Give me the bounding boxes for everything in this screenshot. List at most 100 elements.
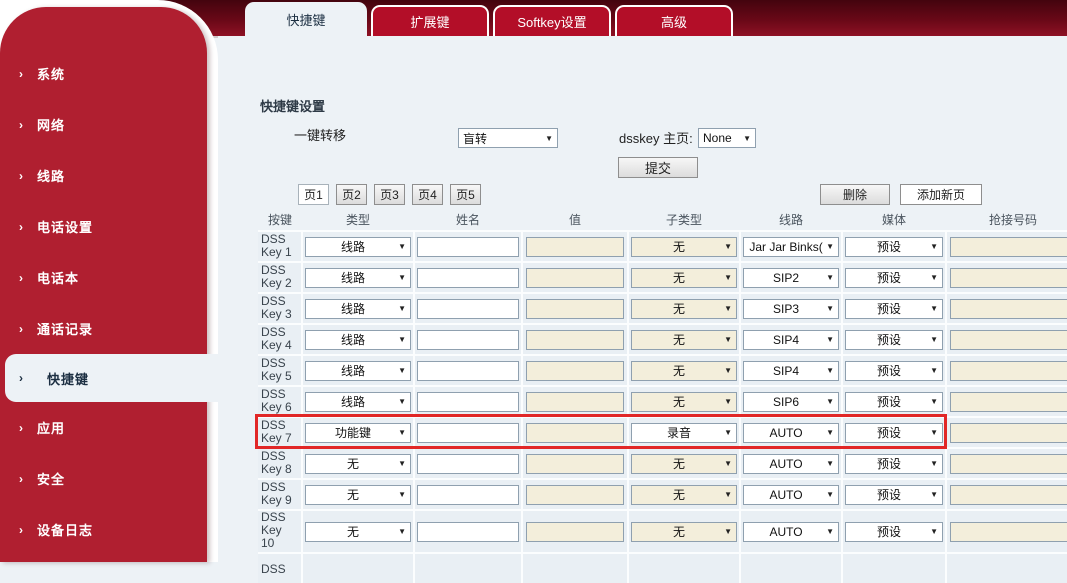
page-button[interactable]: 页5 xyxy=(450,184,481,205)
name-input[interactable] xyxy=(417,485,519,505)
type-select[interactable]: 线路▼ xyxy=(305,268,411,288)
media-select-value: 预设 xyxy=(850,486,928,503)
table-cell: 无▼ xyxy=(628,448,740,479)
media-select[interactable]: 预设▼ xyxy=(845,423,943,443)
line-select-value: Jar Jar Binks( xyxy=(748,240,824,254)
sidebar-item-menu[interactable]: ›安全 xyxy=(0,453,207,504)
type-select[interactable]: 线路▼ xyxy=(305,237,411,257)
sidebar-item-menu[interactable]: ›电话本 xyxy=(0,252,207,303)
line-select[interactable]: Jar Jar Binks(▼ xyxy=(743,237,839,257)
table-cell xyxy=(522,479,628,510)
media-select[interactable]: 预设▼ xyxy=(845,454,943,474)
tab-extension-keys[interactable]: 扩展键 xyxy=(371,5,489,36)
line-select[interactable]: SIP6▼ xyxy=(743,392,839,412)
type-select[interactable]: 功能键▼ xyxy=(305,423,411,443)
page-button[interactable]: 页2 xyxy=(336,184,367,205)
chevron-down-icon: ▼ xyxy=(724,304,732,313)
sidebar-item-menu[interactable]: › 线路 xyxy=(0,150,207,201)
one-key-transfer-select[interactable]: 盲转 ▼ xyxy=(458,128,558,148)
pickup-input xyxy=(950,237,1067,257)
line-select[interactable]: SIP4▼ xyxy=(743,330,839,350)
sidebar-item-active[interactable]: ›快捷键 xyxy=(5,354,218,402)
tab-advanced[interactable]: 高级 xyxy=(615,5,733,36)
table-cell xyxy=(522,553,628,583)
media-select[interactable]: 预设▼ xyxy=(845,522,943,542)
media-select[interactable]: 预设▼ xyxy=(845,237,943,257)
media-select-value: 预设 xyxy=(850,331,928,348)
type-select[interactable]: 无▼ xyxy=(305,522,411,542)
one-key-transfer-label: 一键转移 xyxy=(294,125,346,144)
media-select[interactable]: 预设▼ xyxy=(845,330,943,350)
type-select[interactable]: 无▼ xyxy=(305,485,411,505)
pickup-input xyxy=(950,361,1067,381)
table-row: DSS Key 1线路▼无▼Jar Jar Binks(▼预设▼ xyxy=(258,231,1067,262)
media-select-value: 预设 xyxy=(850,393,928,410)
sidebar-item-menu[interactable]: ›设备日志 xyxy=(0,504,207,555)
value-input xyxy=(526,330,624,350)
name-input[interactable] xyxy=(417,361,519,381)
name-input[interactable] xyxy=(417,423,519,443)
subtype-select: 无▼ xyxy=(631,299,737,319)
table-cell: 无▼ xyxy=(302,448,414,479)
type-select[interactable]: 线路▼ xyxy=(305,330,411,350)
delete-button[interactable]: 删除 xyxy=(820,184,890,205)
chevron-down-icon: ▼ xyxy=(930,366,938,375)
dsskey-home-select[interactable]: None ▼ xyxy=(698,128,756,148)
name-input[interactable] xyxy=(417,454,519,474)
dss-key-label: DSS Key 2 xyxy=(258,264,295,290)
chevron-down-icon: ▼ xyxy=(826,304,834,313)
media-select[interactable]: 预设▼ xyxy=(845,299,943,319)
page-button[interactable]: 页4 xyxy=(412,184,443,205)
sidebar-item-label: 线路 xyxy=(37,166,65,185)
sidebar-item-menu[interactable]: ›网络 xyxy=(0,99,207,150)
table-cell: AUTO▼ xyxy=(740,479,842,510)
name-input[interactable] xyxy=(417,299,519,319)
line-select[interactable]: AUTO▼ xyxy=(743,522,839,542)
sidebar-item-menu[interactable]: ›通话记录 xyxy=(0,303,207,354)
chevron-down-icon: ▼ xyxy=(398,397,406,406)
media-select[interactable]: 预设▼ xyxy=(845,392,943,412)
table-cell: SIP3▼ xyxy=(740,293,842,324)
chevron-down-icon: ▼ xyxy=(724,366,732,375)
media-select[interactable]: 预设▼ xyxy=(845,268,943,288)
line-select[interactable]: SIP4▼ xyxy=(743,361,839,381)
table-cell: DSS Key 1 xyxy=(258,231,302,262)
sidebar-item-menu[interactable]: ›电话设置 xyxy=(0,201,207,252)
media-select[interactable]: 预设▼ xyxy=(845,361,943,381)
table-row: DSS xyxy=(258,553,1067,583)
table-cell xyxy=(946,386,1067,417)
name-input[interactable] xyxy=(417,268,519,288)
add-page-button[interactable]: 添加新页 xyxy=(900,184,982,205)
name-input[interactable] xyxy=(417,237,519,257)
type-select[interactable]: 线路▼ xyxy=(305,361,411,381)
name-input[interactable] xyxy=(417,522,519,542)
line-select[interactable]: AUTO▼ xyxy=(743,485,839,505)
sidebar-item-menu[interactable]: ›系统 xyxy=(0,48,207,99)
table-cell: 预设▼ xyxy=(842,510,946,553)
chevron-right-icon: › xyxy=(19,169,24,183)
line-select[interactable]: SIP3▼ xyxy=(743,299,839,319)
type-select[interactable]: 线路▼ xyxy=(305,299,411,319)
page-button[interactable]: 页3 xyxy=(374,184,405,205)
chevron-right-icon: › xyxy=(19,472,24,486)
line-select[interactable]: AUTO▼ xyxy=(743,454,839,474)
name-input[interactable] xyxy=(417,392,519,412)
subtype-select-value: 无 xyxy=(636,362,722,379)
table-cell: 预设▼ xyxy=(842,417,946,448)
line-select[interactable]: AUTO▼ xyxy=(743,423,839,443)
tab-softkey-settings[interactable]: Softkey设置 xyxy=(493,5,611,36)
table-cell: 预设▼ xyxy=(842,262,946,293)
table-cell xyxy=(522,262,628,293)
type-select[interactable]: 线路▼ xyxy=(305,392,411,412)
table-row: DSS Key 2线路▼无▼SIP2▼预设▼ xyxy=(258,262,1067,293)
sidebar-item-menu[interactable]: ›应用 xyxy=(0,402,207,453)
type-select[interactable]: 无▼ xyxy=(305,454,411,474)
chevron-down-icon: ▼ xyxy=(724,490,732,499)
submit-button[interactable]: 提交 xyxy=(618,157,698,178)
line-select[interactable]: SIP2▼ xyxy=(743,268,839,288)
tab-hotkeys[interactable]: 快捷键 xyxy=(245,2,367,36)
subtype-select[interactable]: 录音▼ xyxy=(631,423,737,443)
media-select[interactable]: 预设▼ xyxy=(845,485,943,505)
name-input[interactable] xyxy=(417,330,519,350)
page-button[interactable]: 页1 xyxy=(298,184,329,205)
